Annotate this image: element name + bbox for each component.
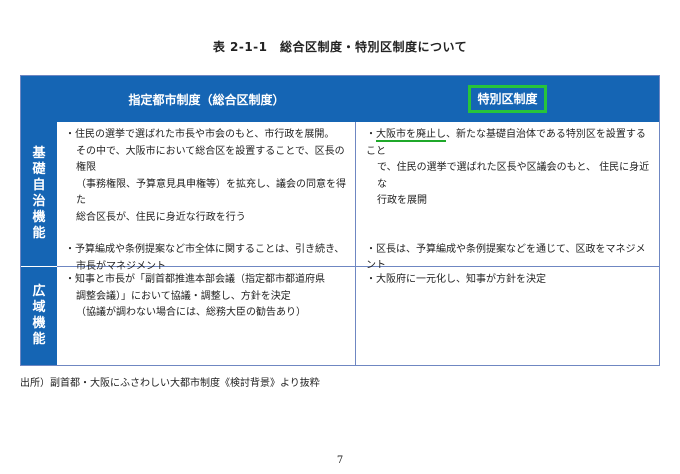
row-label-wide-area-functions-text: 広域機能 bbox=[32, 284, 46, 347]
cell-designated-city-basic: ・住民の選挙で選ばれた市長や市会のもと、市行政を展開。 その中で、大阪市において… bbox=[57, 122, 356, 272]
row-label-basic-functions: 基礎自治機能 bbox=[21, 122, 57, 266]
cell-designated-city-wide: ・知事と市長が「副首都推進本部会議（指定都市都道府県 調整会議）」において協議・… bbox=[57, 267, 356, 365]
cell-special-ward-wide: ・大阪府に一元化し、知事が方針を決定 bbox=[356, 267, 659, 365]
cell-text: 調整会議）」において協議・調整し、方針を決定 bbox=[76, 290, 291, 302]
cell-text: ・知事と市長が「副首都推進本部会議（指定都市都道府県 bbox=[65, 274, 325, 285]
header-corner bbox=[21, 76, 57, 122]
cell-text: （事務権限、予算意見具申権等）を拡充し、議会の同意を得た bbox=[76, 178, 346, 207]
column-header-special-ward: 特別区制度 bbox=[356, 76, 659, 122]
cell-text: 総合区長が、住民に身近な行政を行う bbox=[76, 211, 246, 223]
column-header-designated-city-label: 指定都市制度（総合区制度） bbox=[128, 92, 285, 107]
column-header-special-ward-label: 特別区制度 bbox=[468, 85, 547, 113]
cell-text: その中で、大阪市において総合区を設置することで、区長の権限 bbox=[76, 145, 345, 174]
row-label-basic-functions-text: 基礎自治機能 bbox=[32, 146, 46, 241]
comparison-table: 指定都市制度（総合区制度） 特別区制度 基礎自治機能 広域機能 ・住民の選挙で選… bbox=[20, 75, 660, 366]
page-number: 7 bbox=[336, 455, 344, 466]
cell-special-ward-basic: ・大阪市を廃止し、新たな基礎自治体である特別区を設置すること で、住民の選挙で選… bbox=[356, 122, 659, 271]
cell-text: （協議が調わない場合には、総務大臣の勧告あり） bbox=[76, 307, 306, 318]
bullet: ・ bbox=[366, 129, 376, 140]
highlighted-phrase: 大阪市を廃止し bbox=[376, 129, 446, 140]
cell-text: ・予算編成や条例提案など市全体に関することは、引き続き、 bbox=[65, 244, 345, 255]
column-header-designated-city: 指定都市制度（総合区制度） bbox=[57, 76, 356, 122]
table-title: 表 2-1-1 総合区制度・特別区制度について bbox=[212, 40, 468, 54]
cell-text: 行政を展開 bbox=[377, 195, 427, 206]
cell-text-line: ・大阪市を廃止し、新たな基礎自治体である特別区を設置すること bbox=[366, 127, 653, 160]
cell-text: ・住民の選挙で選ばれた市長や市会のもと、市行政を展開。 bbox=[65, 129, 335, 140]
cell-text: ・大阪府に一元化し、知事が方針を決定 bbox=[366, 274, 546, 285]
cell-text: で、住民の選挙で選ばれた区長や区議会のもと、 住民に身近な bbox=[377, 162, 650, 190]
row-label-wide-area-functions: 広域機能 bbox=[21, 267, 57, 365]
source-note: 出所）副首都・大阪にふさわしい大都市制度《検討背景》より抜粋 bbox=[20, 378, 320, 389]
